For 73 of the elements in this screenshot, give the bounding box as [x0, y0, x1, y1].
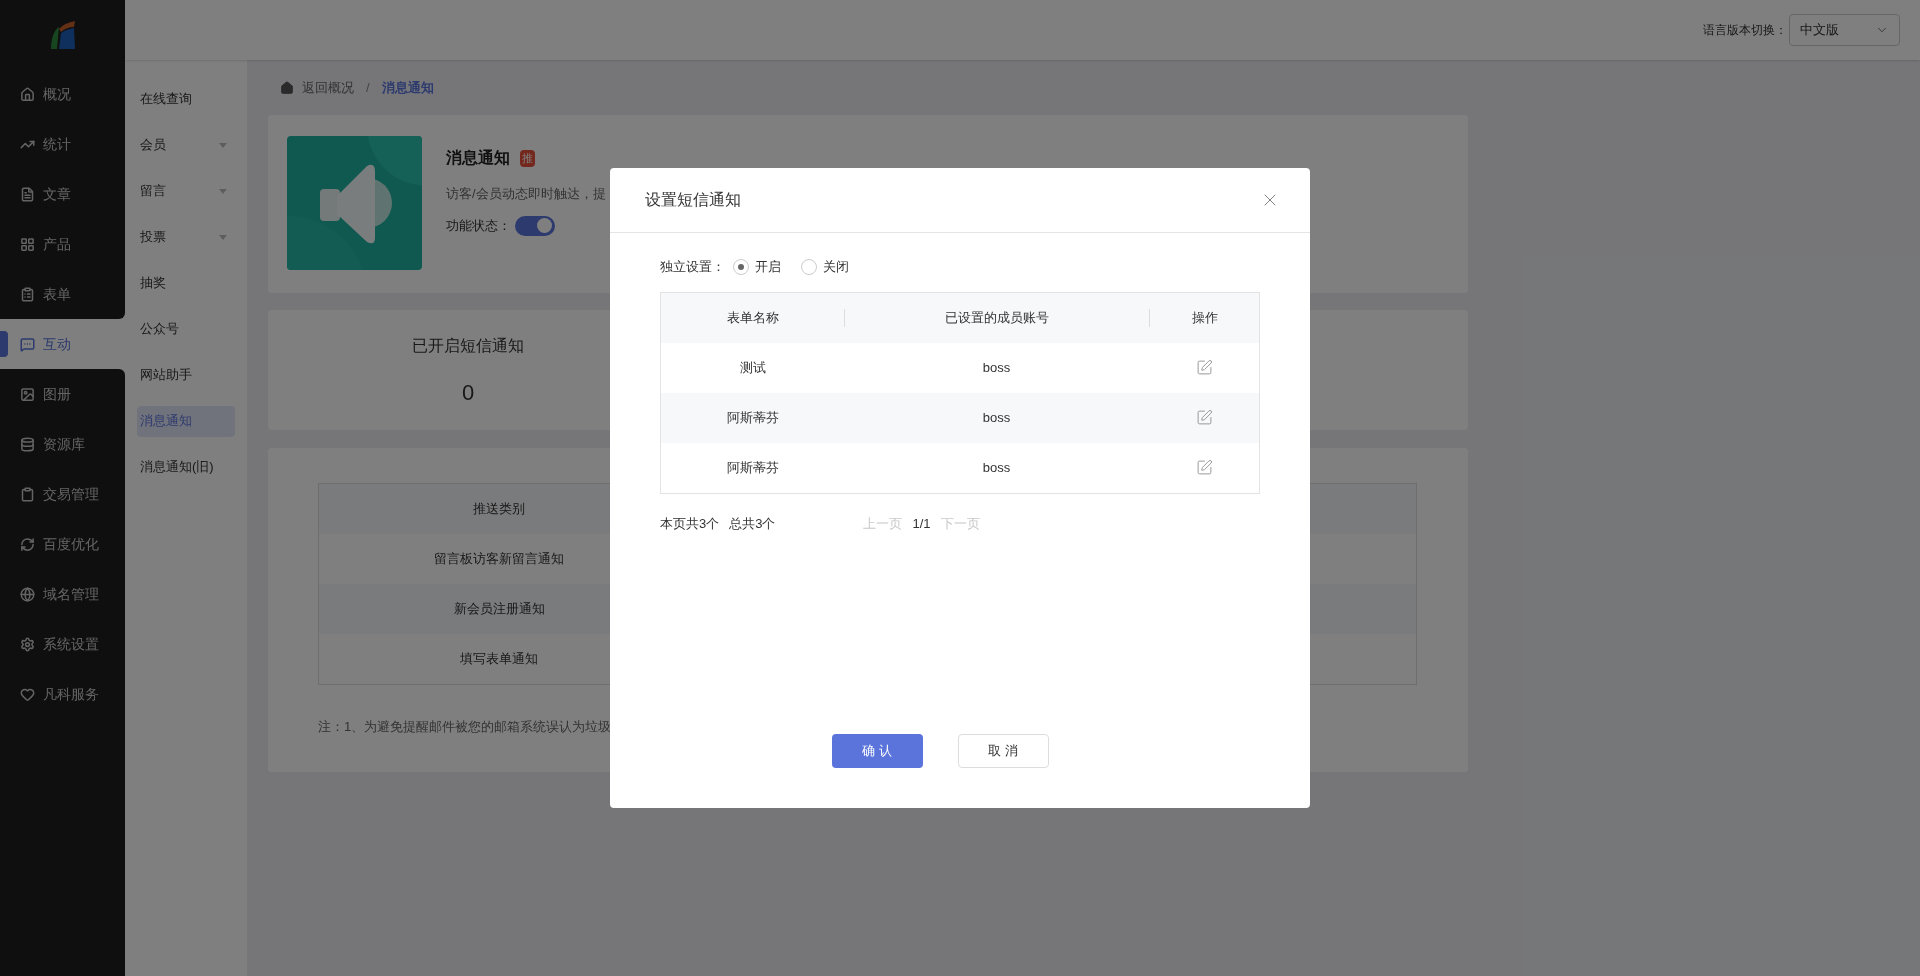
sidebar-item[interactable]: 资源库: [0, 419, 125, 469]
submenu-item[interactable]: 抽奖: [137, 267, 235, 299]
submenu-item[interactable]: 消息通知: [137, 405, 235, 437]
submenu-item[interactable]: 网站助手: [137, 359, 235, 391]
recommend-badge: 推: [520, 149, 535, 167]
submenu-item[interactable]: 公众号: [137, 313, 235, 345]
language-select[interactable]: 中文版: [1789, 14, 1900, 46]
column-header: 表单名称: [726, 308, 779, 327]
edit-icon[interactable]: [1195, 409, 1213, 426]
breadcrumb-separator: /: [366, 79, 370, 98]
column-header: 推送类别: [473, 500, 525, 519]
sidebar-item[interactable]: 系统设置: [0, 619, 125, 669]
sidebar-item[interactable]: 凡科服务: [0, 669, 125, 719]
status-label: 功能状态：: [446, 216, 511, 235]
language-label: 语言版本切换：: [1703, 22, 1787, 39]
table-cell-text: 阿斯蒂芬: [725, 408, 780, 427]
feature-description: 访客/会员动态即时触达，提: [446, 185, 606, 203]
table-cell-text: 测试: [738, 358, 767, 377]
clipboard-icon: [20, 486, 35, 502]
column-header: 操作: [1191, 308, 1218, 327]
page-count: 本页共3个: [660, 514, 720, 533]
status-toggle[interactable]: [515, 215, 555, 236]
column-header: 已设置的成员账号: [945, 308, 1049, 327]
back-link[interactable]: 返回概况: [302, 78, 354, 98]
table-cell-text: 新会员注册通知: [453, 600, 545, 619]
sidebar-item[interactable]: 百度优化: [0, 519, 125, 569]
refresh-icon: [20, 536, 35, 552]
feature-title: 消息通知: [446, 148, 510, 168]
submenu-item[interactable]: 消息通知(旧): [137, 451, 235, 483]
sidebar-item[interactable]: 域名管理: [0, 569, 125, 619]
sidebar-item[interactable]: 交易管理: [0, 469, 125, 519]
sidebar-item[interactable]: 表单: [0, 269, 125, 319]
page-indicator: 1/1: [912, 514, 931, 533]
radio-option[interactable]: 开启: [733, 257, 781, 277]
chat-icon: [20, 336, 35, 352]
submenu-item[interactable]: 投票: [137, 221, 235, 253]
sidebar-item[interactable]: 图册: [0, 369, 125, 419]
grid-icon: [20, 236, 35, 252]
image-icon: [20, 386, 35, 402]
breadcrumb-current: 消息通知: [381, 79, 434, 98]
table-cell-text: 留言板访客新留言通知: [434, 550, 564, 569]
cancel-button[interactable]: 取 消: [957, 734, 1049, 768]
table-cell-text: boss: [981, 408, 1012, 427]
edit-icon[interactable]: [1195, 359, 1213, 376]
sidebar-item[interactable]: 文章: [0, 169, 125, 219]
table-cell-text: boss: [981, 358, 1012, 377]
home-icon: [280, 81, 294, 95]
confirm-button[interactable]: 确 认: [831, 734, 923, 768]
submenu-item[interactable]: 在线查询: [137, 83, 235, 115]
sidebar-item[interactable]: 概况: [0, 69, 125, 119]
stat-label: 已开启短信通知: [412, 336, 524, 356]
table-cell-text: 阿斯蒂芬: [725, 458, 780, 477]
total-count: 总共3个: [729, 514, 776, 533]
table-cell-text: 填写表单通知: [460, 650, 538, 669]
sidebar-item[interactable]: 统计: [0, 119, 125, 169]
submenu-item[interactable]: 会员: [137, 129, 235, 161]
independent-label: 独立设置：: [660, 258, 725, 276]
heart-icon: [20, 686, 35, 702]
sidebar-item[interactable]: 产品: [0, 219, 125, 269]
home-icon: [20, 86, 35, 102]
table-cell-text: boss: [981, 458, 1012, 477]
clipboard-icon: [20, 286, 35, 302]
note-text: 注：1、为避免提醒邮件被您的邮箱系统误认为垃圾: [318, 718, 613, 736]
stat-value: 0: [461, 379, 475, 407]
document-icon: [20, 186, 35, 202]
database-icon: [20, 436, 35, 452]
active-indicator: [0, 331, 8, 357]
edit-icon[interactable]: [1195, 459, 1213, 476]
radio-option[interactable]: 关闭: [801, 257, 849, 277]
settings-icon: [20, 636, 35, 652]
submenu-item[interactable]: 留言: [137, 175, 235, 207]
globe-icon: [20, 586, 35, 602]
dialog-title: 设置短信通知: [645, 190, 741, 210]
